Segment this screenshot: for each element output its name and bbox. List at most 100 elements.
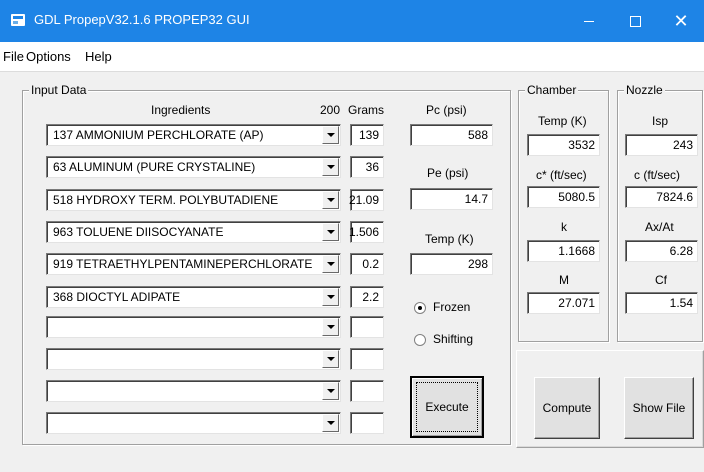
minimize-icon <box>584 20 594 22</box>
chevron-down-icon[interactable] <box>322 414 339 432</box>
chevron-down-icon[interactable] <box>322 158 339 176</box>
grams-value: 36 <box>365 160 379 174</box>
ingredient-value: 63 ALUMINUM (PURE CRYSTALINE) <box>53 160 256 174</box>
ingredient-select[interactable]: 63 ALUMINUM (PURE CRYSTALINE) <box>46 156 341 178</box>
cf-label: Cf <box>655 273 667 287</box>
chevron-down-icon[interactable] <box>322 255 339 273</box>
chevron-down-icon[interactable] <box>322 288 339 306</box>
ingredient-select[interactable]: 368 DIOCTYL ADIPATE <box>46 286 341 308</box>
chamber-temp-field: 3532 <box>527 134 600 156</box>
grams-value: 21.09 <box>348 193 379 207</box>
m-field: 27.071 <box>527 292 600 314</box>
k-label: k <box>561 220 567 234</box>
ingredient-value: 137 AMMONIUM PERCHLORATE (AP) <box>53 128 264 142</box>
grams-value: 2.2 <box>362 290 379 304</box>
total-grams-header: 200 <box>320 103 341 117</box>
chamber-temp-value: 3532 <box>568 138 595 152</box>
m-value: 27.071 <box>558 296 595 310</box>
chevron-down-icon[interactable] <box>322 191 339 209</box>
pe-label: Pe (psi) <box>427 166 469 180</box>
ingredient-select[interactable]: 137 AMMONIUM PERCHLORATE (AP) <box>46 124 341 146</box>
cf-field: 1.54 <box>625 292 698 314</box>
menu-help[interactable]: Help <box>85 49 112 64</box>
close-icon: ✕ <box>673 11 689 31</box>
ingredient-value: 518 HYDROXY TERM. POLYBUTADIENE <box>53 193 279 207</box>
grams-input[interactable] <box>350 412 384 434</box>
show-file-label: Show File <box>632 401 686 415</box>
k-field: 1.1668 <box>527 240 600 262</box>
grams-input[interactable] <box>350 348 384 370</box>
chevron-down-icon[interactable] <box>322 126 339 144</box>
pe-input[interactable]: 14.7 <box>410 188 493 210</box>
grams-header: Grams <box>348 103 384 117</box>
grams-input[interactable]: 36 <box>350 156 384 178</box>
grams-input[interactable]: 21.09 <box>348 189 384 211</box>
show-file-button[interactable]: Show File <box>624 377 694 439</box>
cstar-value: 5080.5 <box>558 190 595 204</box>
frozen-label[interactable]: Frozen <box>433 300 470 314</box>
ingredients-header: Ingredients <box>151 103 211 117</box>
title-bar[interactable]: GDL PropepV32.1.6 PROPEP32 GUI ✕ <box>0 0 704 42</box>
k-value: 1.1668 <box>558 244 595 258</box>
grams-value: 1.506 <box>348 225 379 239</box>
grams-input[interactable]: 2.2 <box>350 286 384 308</box>
chevron-down-icon[interactable] <box>322 223 339 241</box>
minimize-button[interactable] <box>566 0 612 42</box>
temp-value: 298 <box>467 257 488 271</box>
input-data-legend: Input Data <box>29 83 89 97</box>
close-button[interactable]: ✕ <box>658 0 704 42</box>
grams-input[interactable]: 139 <box>350 124 384 146</box>
isp-field: 243 <box>625 134 698 156</box>
maximize-button[interactable] <box>612 0 658 42</box>
ingredient-select[interactable]: 919 TETRAETHYLPENTAMINEPERCHLORATE <box>46 253 341 275</box>
chevron-down-icon[interactable] <box>322 382 339 400</box>
c-field: 7824.6 <box>625 186 698 208</box>
temp-input[interactable]: 298 <box>410 253 493 275</box>
axat-label: Ax/At <box>645 220 674 234</box>
chevron-down-icon[interactable] <box>322 318 339 336</box>
menu-options[interactable]: Options <box>26 49 71 64</box>
grams-value: 0.2 <box>362 257 379 271</box>
execute-button[interactable]: Execute <box>410 376 484 438</box>
c-label: c (ft/sec) <box>634 168 681 182</box>
grams-value: 139 <box>358 128 379 142</box>
axat-field: 6.28 <box>625 240 698 262</box>
shifting-label[interactable]: Shifting <box>433 332 473 346</box>
cf-value: 1.54 <box>669 296 693 310</box>
ingredient-value: 368 DIOCTYL ADIPATE <box>53 290 181 304</box>
ingredient-select[interactable] <box>46 380 341 402</box>
isp-value: 243 <box>672 138 693 152</box>
cstar-field: 5080.5 <box>527 186 600 208</box>
window-title: GDL PropepV32.1.6 PROPEP32 GUI <box>34 12 250 27</box>
ingredient-select[interactable] <box>46 348 341 370</box>
chevron-down-icon[interactable] <box>322 350 339 368</box>
compute-button[interactable]: Compute <box>534 377 600 439</box>
ingredient-select[interactable] <box>46 316 341 338</box>
frozen-radio[interactable] <box>414 302 426 314</box>
chamber-temp-label: Temp (K) <box>538 114 587 128</box>
ingredient-select[interactable] <box>46 412 341 434</box>
grams-input[interactable]: 0.2 <box>350 253 384 275</box>
shifting-radio[interactable] <box>414 334 426 346</box>
menu-file[interactable]: File <box>3 49 24 64</box>
menu-bar: File Options Help <box>0 42 704 72</box>
pc-input[interactable]: 588 <box>410 124 493 146</box>
pc-value: 588 <box>467 128 488 142</box>
focus-ring <box>416 382 478 432</box>
ingredient-select[interactable]: 518 HYDROXY TERM. POLYBUTADIENE <box>46 189 341 211</box>
pe-value: 14.7 <box>464 192 488 206</box>
ingredient-select[interactable]: 963 TOLUENE DIISOCYANATE <box>46 221 341 243</box>
pc-label: Pc (psi) <box>426 103 467 117</box>
isp-label: Isp <box>652 114 669 128</box>
grams-input[interactable] <box>350 316 384 338</box>
temp-label: Temp (K) <box>425 232 474 246</box>
compute-label: Compute <box>542 401 592 415</box>
maximize-icon <box>629 15 641 27</box>
grams-input[interactable] <box>350 380 384 402</box>
axat-value: 6.28 <box>669 244 693 258</box>
nozzle-legend: Nozzle <box>624 83 665 97</box>
grams-input[interactable]: 1.506 <box>348 221 384 243</box>
app-icon <box>11 14 25 26</box>
ingredient-value: 919 TETRAETHYLPENTAMINEPERCHLORATE <box>53 257 313 271</box>
ingredient-value: 963 TOLUENE DIISOCYANATE <box>53 225 224 239</box>
